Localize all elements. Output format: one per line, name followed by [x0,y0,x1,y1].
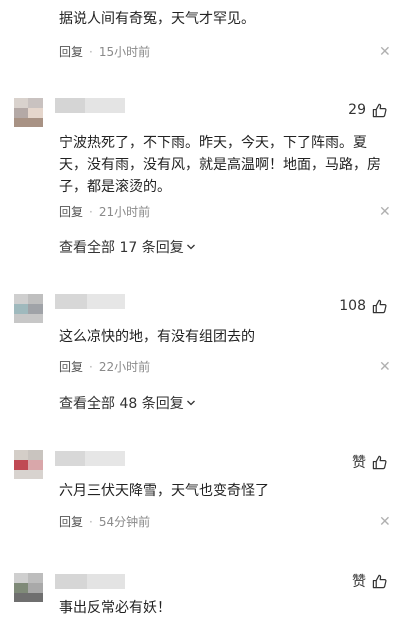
close-icon[interactable]: ✕ [379,515,391,529]
avatar[interactable] [14,573,43,602]
thumbs-up-icon [372,103,387,117]
comment-text: 宁波热死了，不下雨。昨天，今天，下了阵雨。夏天，没有雨，没有风，就是高温啊！地面… [59,135,381,195]
like-count: 108 [339,298,366,314]
chevron-down-icon [186,400,195,406]
thumbs-up-icon [372,455,387,469]
chevron-down-icon [186,244,195,250]
comment-text: 这么凉快的地，有没有组团去的 [59,329,255,345]
close-icon[interactable]: ✕ [379,205,391,219]
close-icon[interactable]: ✕ [379,45,391,59]
like-button[interactable]: 29 [348,101,387,119]
like-label: 赞 [352,455,366,471]
view-all-replies-link[interactable]: 查看全部 48 条回复 [59,393,196,413]
comment-text: 六月三伏天降雪，天气也变奇怪了 [59,483,269,499]
comment-meta: 回复 · 22小时前 [59,360,151,374]
like-count: 29 [348,102,366,118]
reply-button[interactable]: 回复 [59,360,83,374]
comment-time: 21小时前 [98,205,151,219]
avatar[interactable] [14,294,43,323]
comment-meta: 回复 · 15小时前 [59,45,151,59]
like-button[interactable]: 赞 [352,572,387,590]
comment-text: 据说人间有奇冤，天气才罕见。 [59,11,255,27]
reply-button[interactable]: 回复 [59,45,83,59]
thumbs-up-icon [372,574,387,588]
like-label: 赞 [352,574,366,590]
like-button[interactable]: 108 [339,297,387,315]
avatar[interactable] [14,98,43,127]
username-blurred [55,294,125,309]
avatar[interactable] [14,0,43,15]
comment-text: 事出反常必有妖！ [59,600,171,616]
comment-meta: 回复 · 54分钟前 [59,515,151,529]
thumbs-up-icon [372,299,387,313]
username-blurred [55,574,125,589]
comment-meta: 回复 · 21小时前 [59,205,151,219]
avatar[interactable] [14,450,43,479]
comment-time: 54分钟前 [98,515,151,529]
comment-time: 22小时前 [98,360,151,374]
username-blurred [55,98,125,113]
username-blurred [55,451,125,466]
comment-time: 15小时前 [98,45,151,59]
view-all-replies-link[interactable]: 查看全部 17 条回复 [59,237,196,257]
like-button[interactable]: 赞 [352,453,387,471]
close-icon[interactable]: ✕ [379,360,391,374]
reply-button[interactable]: 回复 [59,205,83,219]
reply-button[interactable]: 回复 [59,515,83,529]
